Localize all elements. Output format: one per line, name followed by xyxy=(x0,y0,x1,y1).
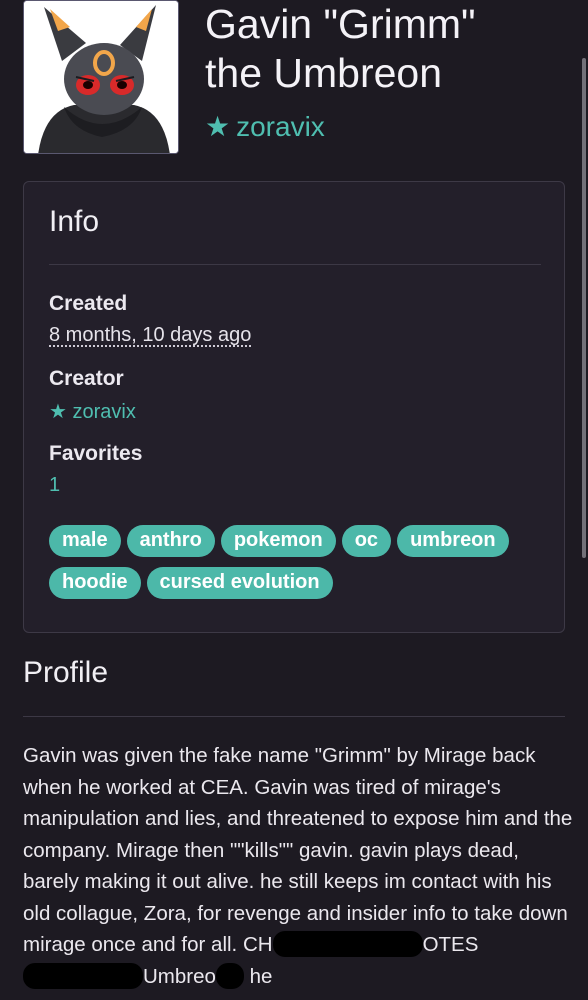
info-card: Info Created 8 months, 10 days ago Creat… xyxy=(23,181,565,633)
tag-list: male anthro pokemon oc umbreon hoodie cu… xyxy=(49,525,549,599)
character-name: Gavin "Grimm" the Umbreon xyxy=(205,1,476,96)
redaction-bar xyxy=(272,931,423,957)
favorites-label: Favorites xyxy=(49,442,143,465)
profile-tail-end-b: he xyxy=(249,964,273,988)
tag[interactable]: anthro xyxy=(126,525,215,557)
umbreon-portrait-image xyxy=(24,1,178,153)
profile-tail-end-a: Umbreo xyxy=(143,964,216,988)
profile-tail-mid: OTES xyxy=(422,933,479,956)
page-scrollbar[interactable] xyxy=(582,58,586,558)
creator-link[interactable]: ★ zoravix xyxy=(49,399,136,424)
profile-paragraph: Gavin was given the fake name "Grimm" by… xyxy=(23,744,573,956)
star-icon: ★ xyxy=(205,111,231,142)
created-label: Created xyxy=(49,292,128,315)
redaction-bar xyxy=(215,962,244,989)
owner-name: zoravix xyxy=(236,110,325,142)
profile-heading: Profile xyxy=(23,656,109,689)
creator-name: zoravix xyxy=(72,401,136,423)
info-heading: Info xyxy=(49,205,100,238)
star-icon: ★ xyxy=(49,401,67,423)
redaction-bar xyxy=(23,962,143,989)
tag[interactable]: oc xyxy=(341,525,392,557)
info-divider xyxy=(49,264,541,265)
character-avatar[interactable] xyxy=(23,0,179,154)
tag[interactable]: male xyxy=(49,525,121,557)
created-value: 8 months, 10 days ago xyxy=(49,324,252,346)
profile-divider xyxy=(23,716,565,717)
favorites-count[interactable]: 1 xyxy=(49,474,60,497)
tag[interactable]: hoodie xyxy=(49,567,141,599)
tag[interactable]: umbreon xyxy=(397,525,509,557)
tag[interactable]: pokemon xyxy=(220,525,336,557)
owner-link[interactable]: ★ zoravix xyxy=(205,110,325,143)
profile-tail-start: for all. CH xyxy=(181,933,273,956)
tag[interactable]: cursed evolution xyxy=(146,567,333,599)
profile-description: Gavin was given the fake name "Grimm" by… xyxy=(23,740,573,992)
creator-label: Creator xyxy=(49,367,124,390)
